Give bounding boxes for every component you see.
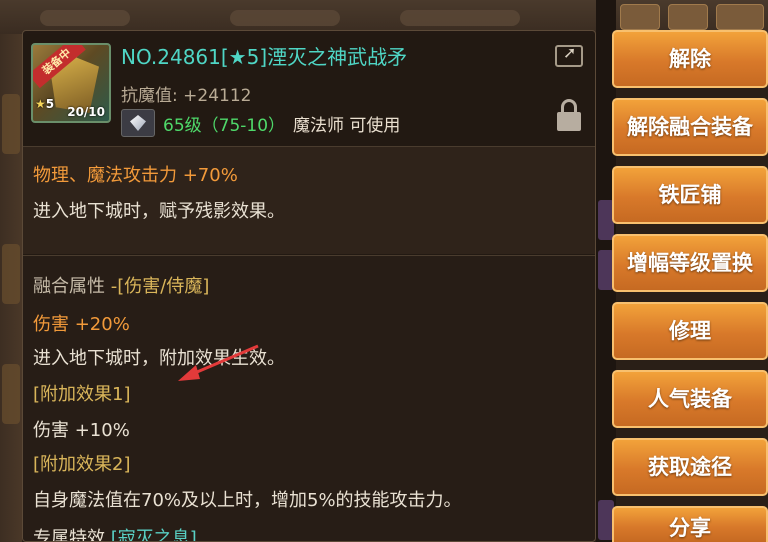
resist-number: +24112 xyxy=(183,86,252,106)
requirement-row: 65级（75-10） 魔法师 可使用 xyxy=(121,109,400,137)
blacksmith-button[interactable]: 铁匠铺 xyxy=(612,166,768,224)
extra-effect-2-label: [附加效果2] xyxy=(33,454,131,475)
class-requirement: 魔法师 可使用 xyxy=(293,115,401,136)
star-badge: ★5 xyxy=(35,97,54,111)
item-icon: 装备中 ★5 20/10 xyxy=(31,43,111,123)
item-title: NO.24861[★5]湮灭之神武战矛 xyxy=(121,45,408,69)
left-inventory-edge xyxy=(0,34,22,542)
stat-attack: 物理、魔法攻击力 +70% xyxy=(33,165,238,186)
share-icon[interactable] xyxy=(555,43,583,67)
exclusive-label: 专属特效 xyxy=(33,528,105,542)
base-stats-section: 物理、魔法攻击力 +70% 进入地下城时，赋予残影效果。 xyxy=(23,146,595,254)
star-icon: ★ xyxy=(35,97,46,111)
unfuse-equip-button[interactable]: 解除融合装备 xyxy=(612,98,768,156)
level-range: 65级（75-10） xyxy=(163,115,286,136)
resist-value: 抗魔值: +24112 xyxy=(121,81,251,106)
extra-effect-2-value: 自身魔法值在70%及以上时，增加5%的技能攻击力。 xyxy=(33,490,462,511)
repair-button[interactable]: 修理 xyxy=(612,302,768,360)
fusion-header: 融合属性 -[伤害/侍魔] xyxy=(33,272,209,298)
star-count: 5 xyxy=(45,97,55,111)
exclusive-effect: 专属特效 [寂灭之息] xyxy=(33,524,197,542)
icon-level-text: 20/10 xyxy=(67,105,105,119)
item-header: 装备中 ★5 20/10 NO.24861[★5]湮灭之神武战矛 抗魔值: +2… xyxy=(23,31,595,143)
amplify-swap-button[interactable]: 增幅等级置换 xyxy=(612,234,768,292)
resist-label: 抗魔值: xyxy=(121,86,178,106)
exclusive-value: [寂灭之息] xyxy=(110,528,197,542)
share-button[interactable]: 分享 xyxy=(612,506,768,542)
lock-icon[interactable] xyxy=(557,99,581,131)
unequip-button[interactable]: 解除 xyxy=(612,30,768,88)
extra-effect-1-value: 伤害 +10% xyxy=(33,420,130,441)
stat-desc: 进入地下城时，赋予残影效果。 xyxy=(33,201,285,222)
obtain-source-button[interactable]: 获取途径 xyxy=(612,438,768,496)
popular-gear-button[interactable]: 人气装备 xyxy=(612,370,768,428)
fusion-header-label: 融合属性 xyxy=(33,276,105,297)
fusion-damage: 伤害 +20% xyxy=(33,314,130,335)
item-tooltip: 装备中 ★5 20/10 NO.24861[★5]湮灭之神武战矛 抗魔值: +2… xyxy=(22,30,596,542)
fusion-header-value: -[伤害/侍魔] xyxy=(110,276,210,297)
gem-icon xyxy=(121,109,155,137)
extra-effect-1-label: [附加效果1] xyxy=(33,384,131,405)
red-arrow-annotation xyxy=(178,344,259,381)
fusion-section: 融合属性 -[伤害/侍魔] 伤害 +20% 进入地下城时，附加效果生效。 [附加… xyxy=(23,255,595,542)
